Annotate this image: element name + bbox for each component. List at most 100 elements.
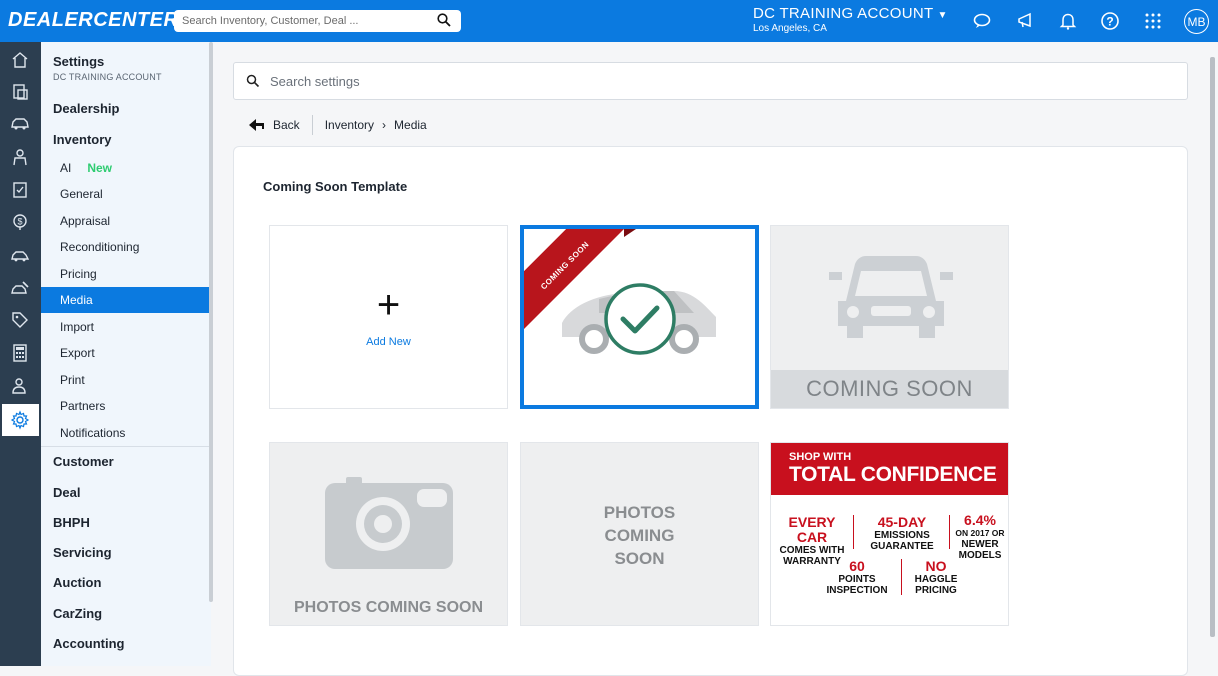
sidebar-item-media[interactable]: Media [41, 287, 210, 313]
sidebar-item-reconditioning[interactable]: Reconditioning [41, 234, 210, 260]
sidebar-item-appraisal[interactable]: Appraisal [41, 208, 210, 234]
promo-shop-with: SHOP WITH [789, 451, 852, 463]
promo-haggle-text: HAGGLE [914, 574, 958, 585]
promo-comes-with: COMES WITH [779, 545, 845, 556]
tag-icon[interactable] [10, 310, 30, 330]
template-tile-car-coming-soon[interactable]: COMING SOON [770, 225, 1009, 409]
promo-emissions: 45-DAY EMISSIONS GUARANTEE [857, 514, 947, 553]
main-content: Back Inventory › Media Coming Soon Templ… [215, 42, 1210, 676]
sidebar-item-import[interactable]: Import [41, 314, 210, 340]
sidebar-item-partners[interactable]: Partners [41, 393, 210, 419]
home-icon[interactable] [10, 50, 30, 70]
svg-text:?: ? [1106, 15, 1113, 29]
bhph-icon[interactable]: $ [10, 212, 30, 232]
stack-line-3: SOON [614, 549, 665, 568]
photos-stack-label: PHOTOS COMING SOON [521, 501, 758, 570]
template-tile-text[interactable]: PHOTOS COMING SOON [520, 442, 759, 626]
sidebar-item-dealership[interactable]: Dealership [53, 101, 119, 116]
chevron-down-icon: ▼ [937, 10, 948, 21]
sidebar-item-ai[interactable]: AI New [41, 155, 210, 181]
sidebar-subtitle: DC TRAINING ACCOUNT [53, 72, 162, 82]
sidebar-title: Settings [53, 54, 105, 69]
page-scrollbar[interactable] [1210, 57, 1215, 637]
sidebar-item-carzing[interactable]: CarZing [53, 606, 102, 621]
promo-header: SHOP WITH TOTAL CONFIDENCE [771, 443, 1008, 495]
promo-inspection-text: INSPECTION [826, 585, 888, 596]
back-label: Back [273, 118, 300, 132]
settings-search-input[interactable] [270, 73, 1070, 89]
promo-emissions-text: EMISSIONS [874, 530, 930, 541]
sidebar-item-servicing[interactable]: Servicing [53, 545, 112, 560]
app-logo[interactable]: DEALERCENTER [8, 9, 178, 32]
sidebar-item-deal[interactable]: Deal [53, 485, 80, 500]
sidebar-item-notifications[interactable]: Notifications [41, 420, 210, 446]
gear-icon[interactable] [10, 410, 30, 430]
breadcrumb-media: Media [394, 118, 427, 132]
customer-icon[interactable] [10, 147, 30, 167]
promo-points: POINTS [838, 574, 876, 585]
photos-coming-soon-label: PHOTOS COMING SOON [293, 599, 484, 616]
bell-icon[interactable] [1058, 11, 1078, 31]
car-ribbon-image [524, 229, 716, 355]
icon-rail: $ [0, 42, 41, 666]
settings-sidebar: Settings DC TRAINING ACCOUNT Dealership … [41, 42, 211, 666]
sidebar-item-inventory[interactable]: Inventory [53, 132, 112, 147]
sidebar-item-auction[interactable]: Auction [53, 575, 101, 590]
sidebar-item-customer[interactable]: Customer [53, 454, 114, 469]
template-tile-promo[interactable]: SHOP WITH TOTAL CONFIDENCE EVERY CAR COM… [770, 442, 1009, 626]
breadcrumb: Back Inventory › Media [249, 114, 427, 136]
servicing-icon[interactable] [10, 245, 30, 265]
promo-rate: 6.4% ON 2017 OR NEWER MODELS [951, 512, 1008, 562]
template-tile-ribbon-selected[interactable]: COMING SOON [520, 225, 759, 409]
deal-icon[interactable] [10, 180, 30, 200]
plus-icon: + [376, 283, 401, 327]
new-badge: New [87, 161, 113, 175]
promo-divider [901, 559, 902, 595]
global-search-input[interactable] [182, 15, 422, 27]
sidebar-scrollbar[interactable] [209, 42, 213, 602]
account-name: DC TRAINING ACCOUNT [753, 5, 934, 22]
account-location: Los Angeles, CA [753, 23, 827, 34]
apps-grid-icon[interactable] [1143, 11, 1163, 31]
sidebar-item-pricing[interactable]: Pricing [41, 261, 210, 287]
sidebar-item-bhph[interactable]: BHPH [53, 515, 90, 530]
chat-icon[interactable] [972, 11, 992, 31]
coming-soon-band: COMING SOON [771, 370, 1008, 408]
promo-total-confidence: TOTAL CONFIDENCE [789, 463, 997, 486]
sidebar-item-export[interactable]: Export [41, 340, 210, 366]
search-icon[interactable] [437, 13, 451, 27]
user-settings-icon[interactable] [10, 376, 30, 396]
sidebar-item-accounting[interactable]: Accounting [53, 636, 125, 651]
promo-percent: 6.4% [964, 512, 996, 528]
settings-search[interactable] [233, 62, 1188, 100]
search-icon [246, 74, 260, 88]
avatar[interactable]: MB [1184, 9, 1209, 34]
calculator-icon[interactable] [10, 343, 30, 363]
chevron-right-icon: › [382, 118, 387, 132]
coming-soon-card: Coming Soon Template + Add New COMING SO… [233, 146, 1188, 676]
megaphone-icon[interactable] [1016, 11, 1036, 31]
add-new-tile[interactable]: + Add New [269, 225, 508, 409]
promo-45-day: 45-DAY [877, 514, 927, 530]
global-search[interactable] [174, 10, 461, 32]
back-arrow-icon [249, 119, 264, 131]
promo-divider [853, 515, 854, 549]
promo-pricing: PRICING [915, 585, 957, 596]
breadcrumb-inventory[interactable]: Inventory [325, 118, 374, 132]
stack-line-1: PHOTOS [603, 503, 676, 522]
template-tile-camera[interactable]: PHOTOS COMING SOON [269, 442, 508, 626]
promo-no: NO [925, 558, 947, 574]
stack-line-2: COMING [604, 526, 675, 545]
account-switcher[interactable]: DC TRAINING ACCOUNT ▼ Los Angeles, CA [753, 5, 948, 34]
auction-icon[interactable] [10, 278, 30, 298]
car-icon[interactable] [10, 114, 30, 134]
inventory-icon[interactable] [10, 82, 30, 102]
sidebar-divider [41, 446, 210, 447]
svg-text:$: $ [17, 217, 22, 227]
sidebar-item-general[interactable]: General [41, 181, 210, 207]
help-icon[interactable]: ? [1100, 11, 1120, 31]
add-new-label: Add New [366, 336, 411, 348]
sidebar-item-print[interactable]: Print [41, 367, 210, 393]
promo-body: EVERY CAR COMES WITH WARRANTY 45-DAY EMI… [771, 495, 1008, 625]
back-button[interactable]: Back [249, 118, 300, 132]
